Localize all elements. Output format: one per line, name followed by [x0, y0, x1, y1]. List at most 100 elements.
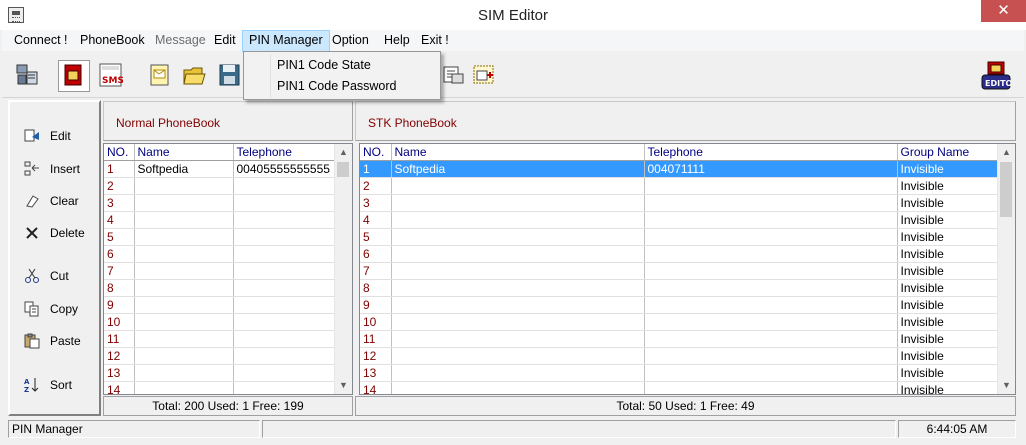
- scroll-up-icon[interactable]: ▲: [335, 144, 352, 161]
- close-button[interactable]: ✕: [981, 0, 1026, 22]
- table-row[interactable]: 2: [104, 177, 337, 195]
- table-row[interactable]: 7: [104, 262, 337, 280]
- table-cell[interactable]: [233, 296, 337, 314]
- column-header-name[interactable]: Name: [391, 144, 645, 161]
- row-number-cell[interactable]: 6: [104, 245, 135, 263]
- table-row[interactable]: 4 Invisible: [360, 211, 1000, 229]
- table-cell[interactable]: 00405555555555: [233, 160, 337, 178]
- table-cell[interactable]: [391, 279, 645, 297]
- table-cell[interactable]: [134, 279, 234, 297]
- row-number-cell[interactable]: 4: [360, 211, 392, 229]
- table-cell[interactable]: [391, 313, 645, 331]
- table-cell[interactable]: [644, 330, 898, 348]
- delete-button[interactable]: Delete: [24, 222, 85, 244]
- table-cell[interactable]: Invisible: [897, 160, 1000, 178]
- table-cell[interactable]: [644, 364, 898, 382]
- table-cell[interactable]: [644, 313, 898, 331]
- row-number-cell[interactable]: 7: [360, 262, 392, 280]
- table-cell[interactable]: [391, 347, 645, 365]
- table-row[interactable]: 12 Invisible: [360, 347, 1000, 365]
- table-cell[interactable]: Invisible: [897, 211, 1000, 229]
- row-number-cell[interactable]: 12: [360, 347, 392, 365]
- table-cell[interactable]: Invisible: [897, 313, 1000, 331]
- table-cell[interactable]: [233, 381, 337, 394]
- table-cell[interactable]: Invisible: [897, 364, 1000, 382]
- row-number-cell[interactable]: 8: [360, 279, 392, 297]
- table-cell[interactable]: Invisible: [897, 194, 1000, 212]
- table-cell[interactable]: [644, 177, 898, 195]
- menu-help[interactable]: Help: [378, 30, 416, 51]
- table-cell[interactable]: [391, 228, 645, 246]
- table-row[interactable]: 12: [104, 347, 337, 365]
- table-cell[interactable]: [134, 296, 234, 314]
- phonebook-import-icon[interactable]: [472, 62, 496, 88]
- table-row[interactable]: 7 Invisible: [360, 262, 1000, 280]
- scroll-thumb[interactable]: [1000, 162, 1012, 217]
- table-cell[interactable]: [134, 211, 234, 229]
- table-cell[interactable]: [644, 211, 898, 229]
- table-cell[interactable]: Invisible: [897, 347, 1000, 365]
- column-header-telephone[interactable]: Telephone: [644, 144, 898, 161]
- row-number-cell[interactable]: 2: [104, 177, 135, 195]
- table-cell[interactable]: [233, 245, 337, 263]
- table-cell[interactable]: [233, 279, 337, 297]
- table-cell[interactable]: [391, 177, 645, 195]
- table-cell[interactable]: [644, 279, 898, 297]
- row-number-cell[interactable]: 13: [104, 364, 135, 382]
- menu-exit[interactable]: Exit !: [415, 30, 455, 51]
- table-cell[interactable]: [134, 228, 234, 246]
- table-row[interactable]: 6 Invisible: [360, 245, 1000, 263]
- table-row[interactable]: 9: [104, 296, 337, 314]
- row-number-cell[interactable]: 3: [360, 194, 392, 212]
- normal-phonebook-scrollbar[interactable]: ▲ ▼: [334, 144, 352, 394]
- row-number-cell[interactable]: 5: [104, 228, 135, 246]
- table-cell[interactable]: [233, 211, 337, 229]
- stk-phonebook-scrollbar[interactable]: ▲ ▼: [997, 144, 1015, 394]
- clear-button[interactable]: Clear: [24, 190, 79, 212]
- table-cell[interactable]: [644, 245, 898, 263]
- row-number-cell[interactable]: 11: [104, 330, 135, 348]
- menu-option[interactable]: Option: [326, 30, 375, 51]
- table-row[interactable]: 11 Invisible: [360, 330, 1000, 348]
- save-icon[interactable]: [218, 62, 242, 88]
- sort-button[interactable]: AZ Sort: [24, 374, 72, 396]
- table-cell[interactable]: Invisible: [897, 296, 1000, 314]
- table-cell[interactable]: [233, 364, 337, 382]
- table-cell[interactable]: [391, 194, 645, 212]
- table-cell[interactable]: [134, 330, 234, 348]
- phonebook-export-icon[interactable]: [442, 62, 466, 88]
- row-number-cell[interactable]: 1: [104, 160, 135, 178]
- table-cell[interactable]: Invisible: [897, 381, 1000, 394]
- table-cell[interactable]: Invisible: [897, 177, 1000, 195]
- table-cell[interactable]: [644, 228, 898, 246]
- column-header-group-name[interactable]: Group Name: [897, 144, 1000, 161]
- table-cell[interactable]: [391, 381, 645, 394]
- table-cell[interactable]: [391, 296, 645, 314]
- table-row[interactable]: 4: [104, 211, 337, 229]
- row-number-cell[interactable]: 5: [360, 228, 392, 246]
- table-row[interactable]: 13: [104, 364, 337, 382]
- menu-phonebook[interactable]: PhoneBook: [74, 30, 151, 51]
- row-number-cell[interactable]: 10: [360, 313, 392, 331]
- scroll-thumb[interactable]: [337, 162, 349, 177]
- table-row[interactable]: 6: [104, 245, 337, 263]
- menu-pin-manager[interactable]: PIN Manager: [242, 30, 330, 53]
- editor-logo-icon[interactable]: EDITOR: [981, 60, 1019, 92]
- paste-button[interactable]: Paste: [24, 330, 81, 352]
- table-cell[interactable]: [391, 262, 645, 280]
- edit-button[interactable]: Edit: [24, 125, 71, 147]
- table-cell[interactable]: [644, 262, 898, 280]
- scroll-down-icon[interactable]: ▼: [998, 377, 1015, 394]
- table-row[interactable]: 14: [104, 381, 337, 394]
- table-cell[interactable]: [233, 313, 337, 331]
- row-number-cell[interactable]: 9: [360, 296, 392, 314]
- column-header-name[interactable]: Name: [134, 144, 234, 161]
- column-header-no[interactable]: NO.: [360, 144, 392, 161]
- table-row[interactable]: 8 Invisible: [360, 279, 1000, 297]
- table-cell[interactable]: [233, 347, 337, 365]
- table-cell[interactable]: Softpedia: [391, 160, 645, 178]
- menu-connect[interactable]: Connect !: [8, 30, 74, 51]
- table-cell[interactable]: [134, 364, 234, 382]
- table-cell[interactable]: Invisible: [897, 330, 1000, 348]
- table-cell[interactable]: [391, 245, 645, 263]
